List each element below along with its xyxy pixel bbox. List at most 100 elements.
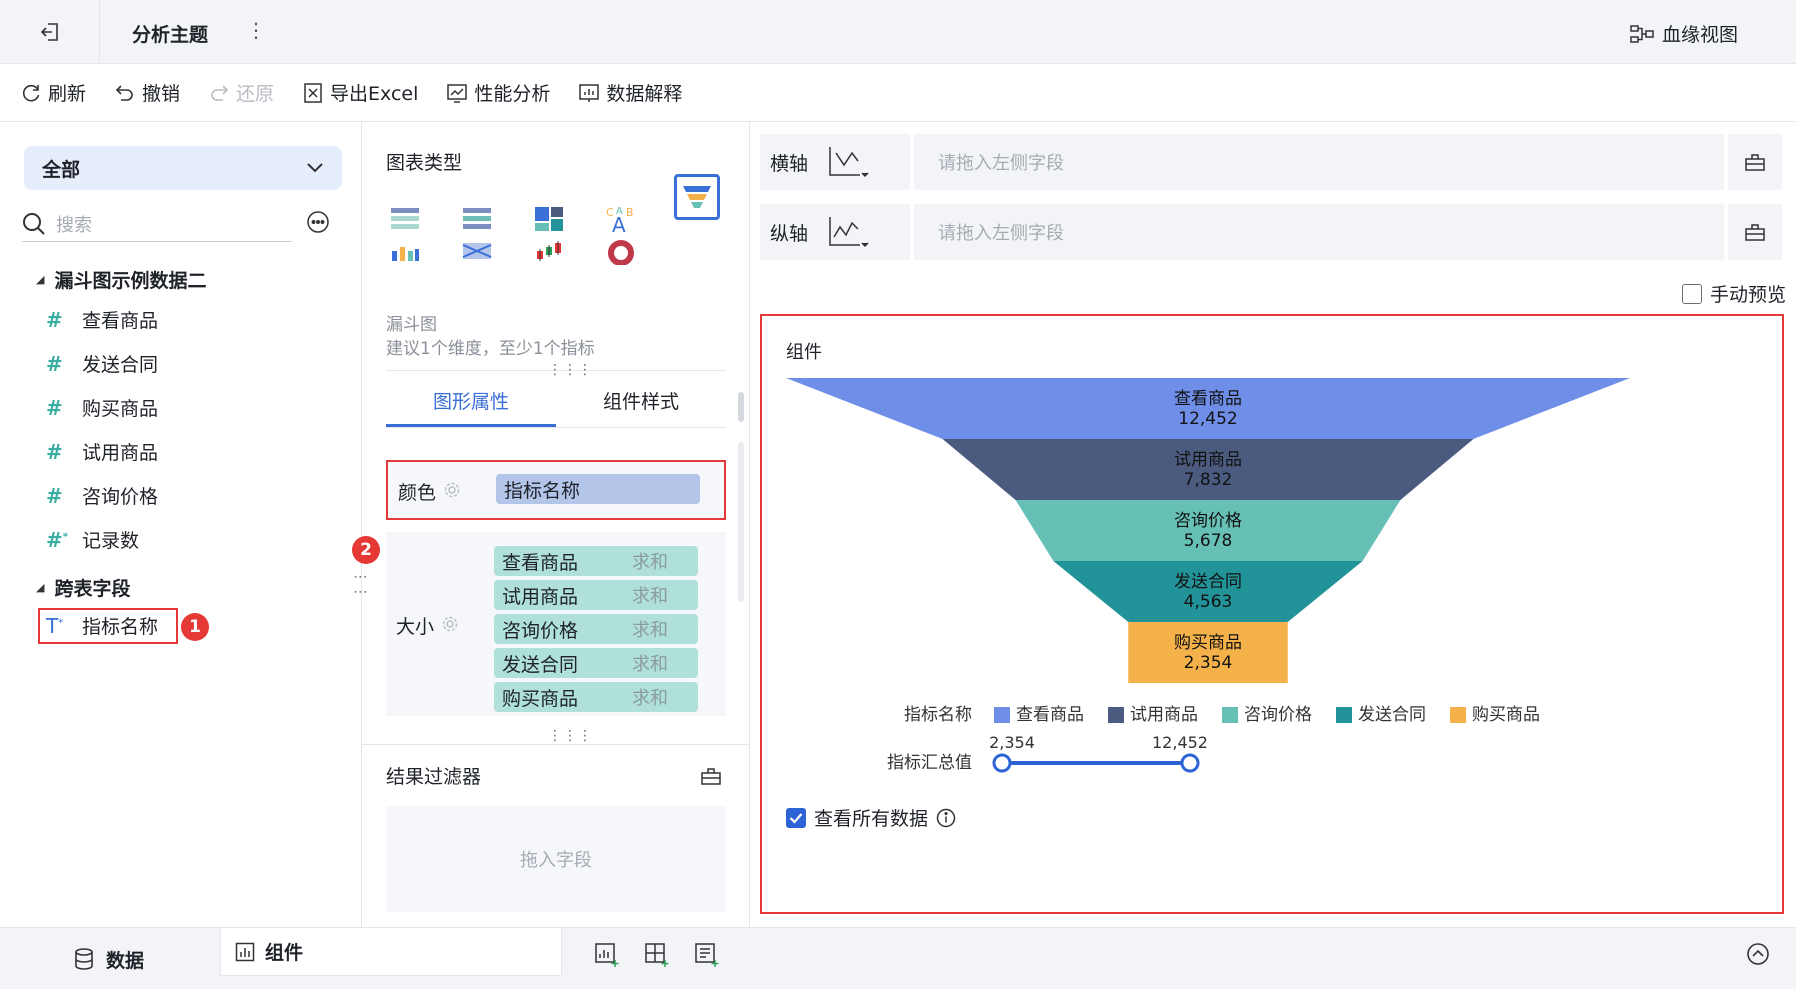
field-item[interactable]: # 咨询价格 (46, 482, 158, 509)
manual-preview-toggle[interactable]: 手动预览 (1681, 280, 1786, 307)
y-axis-label: 纵轴 (770, 222, 809, 245)
preview-panel: 横轴 请拖入左侧字段 纵轴 请拖入左侧字段 手动预览 组件 查看商品 12,452… (750, 122, 1796, 927)
back-button[interactable] (0, 0, 100, 64)
chart-type-sankey[interactable] (454, 228, 500, 274)
color-encoding-slot[interactable]: 颜色 指标名称 (386, 460, 726, 520)
y-axis-clear-button[interactable] (1728, 204, 1782, 260)
checkbox-checked[interactable] (786, 807, 806, 828)
tab-data[interactable]: 数据 (74, 928, 144, 989)
chart-type-candlestick[interactable] (526, 228, 572, 274)
field-label: 购买商品 (82, 398, 159, 420)
filter-drop-zone[interactable]: 拖入字段 (386, 806, 726, 912)
field-item[interactable]: # 查看商品 (46, 306, 158, 333)
axis-placeholder: 请拖入左侧字段 (938, 153, 1064, 174)
field-item[interactable]: # 发送合同 (46, 350, 158, 377)
legend-swatch[interactable] (1222, 707, 1238, 723)
legend-swatch[interactable] (1108, 707, 1124, 723)
chart-type-funnel[interactable] (674, 174, 720, 220)
field-item[interactable]: #* 记录数 (46, 526, 139, 553)
more-options-icon[interactable] (306, 210, 330, 239)
x-axis-selector[interactable]: 横轴 (760, 134, 910, 190)
collapse-triangle-icon: ◢ (36, 273, 45, 286)
resize-handle[interactable]: ⋮⋮⋮ (548, 728, 593, 744)
axis-setting-icon[interactable] (826, 145, 870, 179)
tab-component[interactable]: 组件 (220, 928, 562, 976)
toolbar: 刷新 撤销 还原 导出Excel 性能分析 数据解释 (0, 64, 1796, 122)
scope-dropdown[interactable]: 全部 (24, 146, 342, 190)
chart-type-range-bar[interactable] (382, 228, 428, 274)
legend-label[interactable]: 试用商品 (1130, 705, 1198, 725)
chart-type-hint: 建议1个维度，至少1个指标 (386, 339, 595, 359)
gear-icon[interactable] (444, 482, 460, 498)
search-icon (23, 212, 45, 235)
size-field-pill[interactable]: 咨询价格 求和 (494, 614, 698, 644)
x-axis-drop-zone[interactable]: 请拖入左侧字段 (914, 134, 1724, 190)
size-encoding-slot[interactable]: 大小 查看商品 求和 试用商品 求和 咨询价格 求和 发送合同 求和 购买商品 求和 (386, 532, 726, 716)
size-field-pill[interactable]: 购买商品 求和 (494, 682, 698, 712)
checkbox[interactable] (1681, 283, 1702, 304)
scrollbar-thumb[interactable] (738, 392, 744, 422)
y-axis-slot: 纵轴 请拖入左侧字段 (760, 204, 1782, 260)
color-field-pill[interactable]: 指标名称 (496, 474, 700, 504)
performance-analysis-button[interactable]: 性能分析 (446, 79, 550, 106)
data-explain-label: 数据解释 (606, 83, 683, 105)
funnel-chart-icon (683, 186, 711, 208)
chart-type-gauge[interactable] (598, 228, 644, 274)
export-excel-label: 导出Excel (330, 83, 419, 105)
field-item[interactable]: # 试用商品 (46, 438, 158, 465)
legend-label[interactable]: 查看商品 (1016, 705, 1084, 725)
tab-graph-properties[interactable]: 图形属性 (386, 384, 556, 427)
panel-resize-handle[interactable]: ⋮⋮ (352, 570, 368, 600)
redo-label: 还原 (236, 83, 275, 105)
legend-swatch[interactable] (1450, 707, 1466, 723)
lineage-view-button[interactable]: 血缘视图 (1630, 20, 1738, 47)
range-handle-max[interactable] (1180, 753, 1200, 773)
view-all-data-toggle[interactable]: 查看所有数据 (786, 804, 956, 831)
collapse-up-icon[interactable] (1746, 942, 1770, 966)
scrollbar[interactable] (738, 252, 744, 752)
legend-swatch[interactable] (1336, 707, 1352, 723)
field-label: 查看商品 (82, 310, 159, 332)
top-header: 分析主题 ⋮ 血缘视图 (0, 0, 1796, 64)
search-input[interactable]: 搜索 (22, 206, 292, 242)
field-group-funnel-data[interactable]: ◢ 漏斗图示例数据二 (36, 266, 206, 293)
legend-label[interactable]: 发送合同 (1358, 705, 1426, 725)
size-field-pill[interactable]: 试用商品 求和 (494, 580, 698, 610)
legend-label[interactable]: 购买商品 (1472, 705, 1540, 725)
resize-handle[interactable]: ⋮⋮⋮ (548, 362, 593, 378)
y-axis-drop-zone[interactable]: 请拖入左侧字段 (914, 204, 1724, 260)
field-item[interactable]: # 购买商品 (46, 394, 158, 421)
chart-legend: 指标名称 查看商品 试用商品 咨询价格 发送合同 购买商品指标汇总值 2,354 12,452 (887, 705, 1540, 773)
result-filter-title: 结果过滤器 (386, 766, 482, 788)
undo-button[interactable]: 撤销 (114, 79, 180, 106)
add-report-icon[interactable] (694, 942, 720, 968)
tab-component-label: 组件 (265, 942, 304, 964)
field-label: 试用商品 (82, 442, 159, 464)
tab-component-style[interactable]: 组件样式 (556, 384, 726, 427)
legend-swatch[interactable] (994, 707, 1010, 723)
axis-setting-icon[interactable] (826, 215, 870, 249)
add-component-icon[interactable] (594, 942, 620, 968)
measure-icon: # (46, 483, 63, 508)
x-axis-label: 横轴 (770, 152, 809, 175)
more-menu-button[interactable]: ⋮ (246, 18, 266, 42)
measure-icon: # (46, 351, 63, 376)
gear-icon[interactable] (442, 616, 458, 632)
redo-button[interactable]: 还原 (208, 79, 274, 106)
size-field-pill[interactable]: 发送合同 求和 (494, 648, 698, 678)
range-handle-min[interactable] (992, 753, 1012, 773)
field-item-indicator-name[interactable]: T* 指标名称 (46, 612, 158, 639)
y-axis-selector[interactable]: 纵轴 (760, 204, 910, 260)
data-explain-button[interactable]: 数据解释 (578, 79, 682, 106)
clear-icon[interactable] (700, 766, 722, 786)
legend-label[interactable]: 咨询价格 (1244, 705, 1312, 725)
field-group-cross-table[interactable]: ◢ 跨表字段 (36, 574, 130, 601)
x-axis-clear-button[interactable] (1728, 134, 1782, 190)
size-field-pill[interactable]: 查看商品 求和 (494, 546, 698, 576)
exit-icon (40, 23, 58, 41)
info-icon[interactable] (936, 808, 956, 828)
aggregation-label: 求和 (632, 620, 668, 641)
refresh-button[interactable]: 刷新 (20, 79, 86, 106)
export-excel-button[interactable]: 导出Excel (302, 79, 418, 106)
add-dashboard-icon[interactable] (644, 942, 670, 968)
